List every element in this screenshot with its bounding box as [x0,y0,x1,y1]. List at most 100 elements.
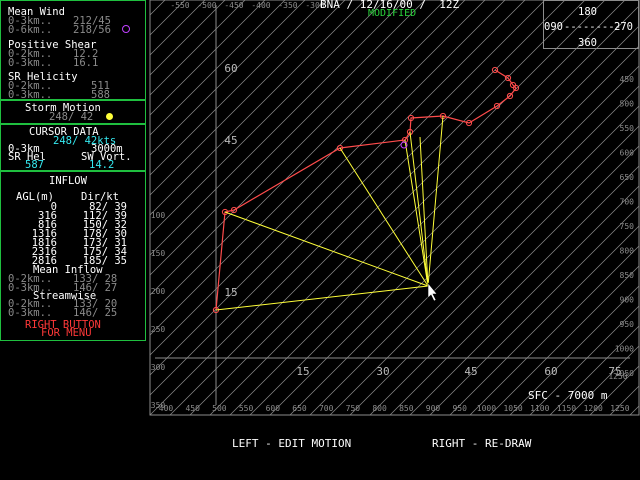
plot-frame [149,0,640,416]
helicity-row-1-value: 588 [91,89,110,101]
left-axis-label-3: 250 [151,325,166,334]
footer-right-key: RIGHT [432,437,466,450]
grid-line [150,0,546,396]
bottom-axis-label-9: 850 [399,404,414,413]
inflow-panel: INFLOW AGL(m) Dir/kt 0 82/ 39 316 112/ 39 81… [0,171,146,341]
footer-right-action: - RE-DRAW [471,437,532,450]
bottom-axis-label-7: 750 [346,404,361,413]
mean-wind-row-1-label: 0-6km.. [8,24,53,36]
shear-row-1-label: 0-3km.. [8,57,53,69]
bottom-axis-label-13: 1050 [503,404,522,413]
modified-status: MODIFIED [368,8,417,19]
bottom-axis-label-12: 1000 [477,404,496,413]
left-axis-label-2: 200 [151,287,166,296]
storm-motion-panel: Storm Motion 248/ 42 [0,100,146,124]
left-axis-label-0: 100 [151,211,166,220]
storm-relative-ray-2 [339,147,429,287]
left-axis-label-4: 300 [151,363,166,372]
compass-west: 090 [544,21,563,33]
grid-line [409,185,639,415]
right-axis-label-1: 500 [620,100,635,109]
top-axis-label-4: -350 [278,1,297,10]
compass-east: 270 [614,21,633,33]
helicity-row-1-label: 0-3km.. [8,89,53,101]
footer-left-hint: LEFT - EDIT MOTION [232,437,351,450]
cursor-data-panel: CURSOR DATA 248/ 42kts 0-3km 3000m SR He… [0,124,146,171]
storm-relative-ray-0 [215,285,429,311]
x-tick-label-2: 45 [464,365,477,378]
right-axis-label-6: 750 [620,222,635,231]
bottom-axis-label-16: 1200 [584,404,603,413]
corner-axis-label: 1250 [608,372,627,381]
bottom-axis-label-8: 800 [372,404,387,413]
bottom-axis-label-6: 700 [319,404,334,413]
bottom-axis-label-4: 600 [266,404,281,413]
grid-line [150,0,566,415]
right-axis-label-3: 600 [620,149,635,158]
footer-left-key: LEFT [232,437,259,450]
right-axis-label-11: 1000 [615,345,634,354]
right-axis-label-0: 450 [620,75,635,84]
bottom-axis-label-17: 1250 [610,404,629,413]
right-axis-label-10: 950 [620,320,635,329]
compass-box: 180 090 --------- 270 360 [543,0,639,49]
y-tick-label-1: 45 [224,134,237,147]
wind-summary-panel: Mean Wind 0-3km.. 212/45 0-6km.. 218/56 … [0,0,146,100]
menu-hint-line2: FOR MENU [41,327,92,339]
storm-motion-dot-icon [106,113,113,120]
top-axis-label-1: -500 [197,1,216,10]
time: 12Z [439,0,460,11]
x-tick-label-0: 15 [296,365,309,378]
bottom-axis-label-14: 1100 [530,404,549,413]
inflow-title: INFLOW [49,175,87,187]
grid-line [349,125,639,415]
right-axis-label-5: 700 [620,198,635,207]
bottom-axis-label-11: 950 [452,404,467,413]
grid-line [249,25,639,415]
bottom-axis-label-2: 500 [212,404,227,413]
footer-right-hint: RIGHT - RE-DRAW [432,437,531,450]
left-axis-label-5: 350 [151,401,166,410]
compass-north: 180 [578,6,597,18]
grid-line [429,205,639,415]
footer-left-action: - EDIT MOTION [265,437,352,450]
streamwise-row-1-label: 0-3km.. [8,307,53,319]
grid-line [369,145,639,415]
grid-line [329,105,639,415]
top-axis-label-2: -450 [224,1,243,10]
y-tick-label-2: 60 [224,62,237,75]
compass-dash: --------- [564,21,621,33]
right-axis-label-4: 650 [620,173,635,182]
grid-line [150,0,526,376]
left-axis-label-1: 150 [151,249,166,258]
right-axis-label-2: 550 [620,124,635,133]
storm-relative-ray-6 [427,115,444,287]
right-axis-label-9: 900 [620,296,635,305]
top-axis-label-0: -550 [170,1,189,10]
bottom-axis-label-5: 650 [292,404,307,413]
right-axis-label-8: 850 [620,271,635,280]
inflow-col-agl: AGL(m) [16,191,54,203]
x-tick-label-3: 60 [544,365,557,378]
mean-wind-row-1-value: 218/56 [73,24,111,36]
grid-line [449,225,639,415]
bottom-axis-label-1: 450 [185,404,200,413]
streamwise-row-1-value: 146/ 25 [73,307,118,319]
mean-wind-circle-icon [122,25,130,33]
x-tick-label-1: 30 [376,365,389,378]
storm-relative-ray-1 [224,211,429,287]
grid-line [209,0,626,415]
grid-line [189,0,606,415]
compass-south: 360 [578,37,597,49]
sr-hel-value: 587 [25,159,44,171]
station: BNA [320,0,340,11]
bottom-axis-label-15: 1150 [557,404,576,413]
grid-line [269,45,639,415]
sw-vort-value: 14.2 [89,159,115,171]
grid-line [150,0,506,356]
mouse-cursor-icon [427,282,438,302]
shear-row-1-value: 16.1 [73,57,99,69]
bottom-axis-label-10: 900 [426,404,441,413]
storm-motion-value: 248/ 42 [49,111,94,123]
bottom-axis-label-3: 550 [239,404,254,413]
